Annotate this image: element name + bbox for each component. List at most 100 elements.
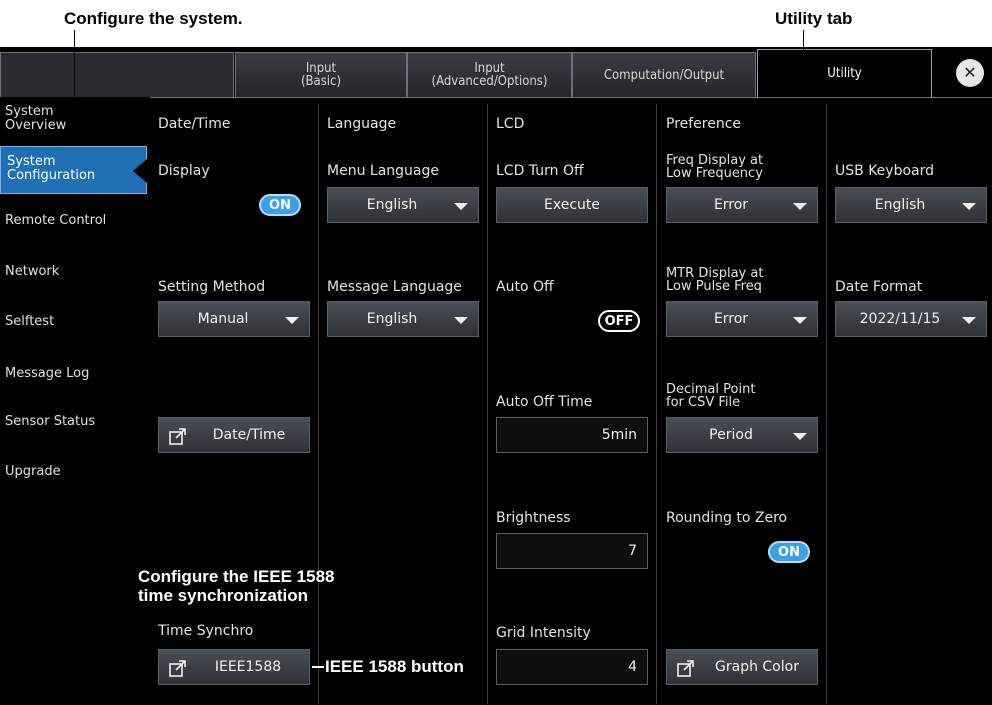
datetime-header: Date/Time [158, 116, 231, 132]
lcd-turn-off-label: LCD Turn Off [496, 163, 584, 179]
freq-display-dropdown[interactable]: Error [666, 187, 818, 223]
chevron-down-icon [793, 433, 807, 440]
graph-color-button[interactable]: Graph Color [666, 649, 818, 685]
annotation-tick [583, 698, 584, 705]
mtr-display-label-line2: Low Pulse Freq [666, 279, 762, 294]
annotation-configure-system: Configure the system. [64, 9, 243, 28]
chevron-down-icon [285, 317, 299, 324]
ieee1588-button[interactable]: IEEE1588 [158, 649, 310, 685]
freq-display-value: Error [713, 197, 749, 213]
setting-method-value: Manual [197, 311, 249, 327]
sidebar-item-label: System Configuration [7, 154, 96, 183]
rounding-to-zero-label: Rounding to Zero [666, 510, 788, 526]
device-screen: Input (Basic) Input (Advanced/Options) C… [0, 47, 992, 705]
close-icon[interactable]: ✕ [956, 59, 984, 87]
tab-bar: Input (Basic) Input (Advanced/Options) C… [0, 47, 992, 97]
chevron-down-icon [454, 203, 468, 210]
graph-color-label: Graph Color [715, 659, 799, 675]
menu-language-value: English [366, 197, 418, 213]
rounding-to-zero-toggle[interactable]: ON [768, 541, 810, 563]
grid-intensity-label: Grid Intensity [496, 625, 591, 641]
usb-keyboard-value: English [874, 197, 926, 213]
display-label: Display [158, 163, 210, 179]
column-divider [656, 104, 657, 704]
date-format-label: Date Format [835, 279, 923, 295]
sidebar-item-upgrade[interactable]: Upgrade [5, 465, 145, 479]
usb-keyboard-dropdown[interactable]: English [835, 187, 987, 223]
sidebar-item-selftest[interactable]: Selftest [5, 315, 145, 329]
tab-utility-label: Utility [827, 66, 862, 81]
auto-off-toggle[interactable]: OFF [598, 310, 640, 332]
tab-input-advanced[interactable]: Input (Advanced/Options) [407, 52, 572, 97]
annotation-ieee-button-leader [312, 666, 324, 668]
freq-display-label: Freq Display at Low Frequency [666, 154, 763, 180]
mtr-display-value: Error [713, 311, 749, 327]
sidebar-item-network[interactable]: Network [5, 265, 145, 279]
annotation-utility-tab: Utility tab [775, 9, 853, 28]
main-panel: Date/Time Display ON Setting Method Manu… [138, 97, 992, 705]
tab-input-basic[interactable]: Input (Basic) [235, 52, 407, 97]
tab-computation-output[interactable]: Computation/Output [572, 52, 756, 97]
display-toggle[interactable]: ON [259, 194, 301, 216]
chevron-down-icon [962, 203, 976, 210]
lcd-execute-button[interactable]: Execute [496, 187, 648, 223]
lcd-execute-label: Execute [544, 197, 600, 213]
sidebar-item-sensor-status[interactable]: Sensor Status [5, 415, 145, 429]
chevron-down-icon [962, 317, 976, 324]
date-format-dropdown[interactable]: 2022/11/15 [835, 301, 987, 337]
annotation-tick [794, 698, 795, 705]
datetime-button-label: Date/Time [212, 427, 286, 443]
tab-bar-spacer [0, 52, 234, 97]
brightness-label: Brightness [496, 510, 571, 526]
menu-language-dropdown[interactable]: English [327, 187, 479, 223]
date-format-value: 2022/11/15 [859, 311, 941, 327]
lcd-header: LCD [496, 116, 525, 132]
annotation-ieee-sync: Configure the IEEE 1588 time synchroniza… [138, 567, 335, 605]
decimal-point-dropdown[interactable]: Period [666, 417, 818, 453]
setting-method-dropdown[interactable]: Manual [158, 301, 310, 337]
popup-open-icon [677, 660, 694, 677]
annotation-ieee-button: IEEE 1588 button [325, 657, 464, 676]
close-glyph: ✕ [963, 63, 977, 82]
tab-input-advanced-label: Input (Advanced/Options) [431, 61, 548, 89]
annotation-ieee-sync-line1: Configure the IEEE 1588 [138, 567, 335, 586]
datetime-button[interactable]: Date/Time [158, 417, 310, 453]
popup-open-icon [169, 428, 186, 445]
column-divider [318, 104, 319, 704]
usb-keyboard-label: USB Keyboard [835, 163, 934, 179]
language-header: Language [327, 116, 397, 132]
annotation-leader-utility-tab [803, 30, 804, 66]
sidebar: System Overview System Configuration Rem… [0, 97, 150, 705]
tab-input-basic-label: Input (Basic) [300, 61, 342, 89]
menu-language-label: Menu Language [327, 163, 439, 179]
chevron-down-icon [793, 203, 807, 210]
grid-intensity-field[interactable]: 4 [496, 649, 648, 685]
tab-utility[interactable]: Utility [757, 49, 932, 97]
message-language-dropdown[interactable]: English [327, 301, 479, 337]
column-divider [487, 104, 488, 704]
auto-off-label: Auto Off [496, 279, 554, 295]
annotation-ieee-sync-line2: time synchronization [138, 586, 309, 605]
sidebar-item-message-log[interactable]: Message Log [5, 367, 145, 381]
tab-computation-output-label: Computation/Output [603, 67, 725, 83]
chevron-down-icon [454, 317, 468, 324]
sidebar-item-remote-control[interactable]: Remote Control [5, 214, 145, 228]
auto-off-time-label: Auto Off Time [496, 394, 593, 410]
column-divider [826, 104, 827, 704]
decimal-point-label: Decimal Point for CSV File [666, 383, 755, 409]
auto-off-time-field[interactable]: 5min [496, 417, 648, 453]
setting-method-label: Setting Method [158, 279, 266, 295]
mtr-display-dropdown[interactable]: Error [666, 301, 818, 337]
popup-open-icon [169, 660, 186, 677]
sidebar-item-system-configuration[interactable]: System Configuration [0, 146, 147, 194]
ieee1588-button-label: IEEE1588 [214, 659, 282, 675]
chevron-down-icon [793, 317, 807, 324]
annotation-leader-configure-system [74, 30, 75, 137]
freq-display-label-line2: Low Frequency [666, 166, 763, 181]
time-synchro-label: Time Synchro [158, 623, 254, 639]
decimal-point-label-line2: for CSV File [666, 395, 741, 410]
mtr-display-label: MTR Display at Low Pulse Freq [666, 267, 763, 293]
brightness-field[interactable]: 7 [496, 533, 648, 569]
message-language-value: English [366, 311, 418, 327]
sidebar-item-system-overview[interactable]: System Overview [5, 105, 145, 133]
